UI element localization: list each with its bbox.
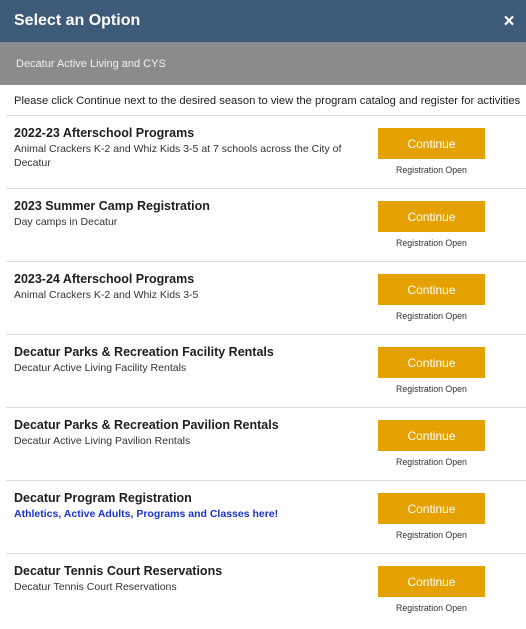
- continue-button[interactable]: Continue: [378, 493, 485, 524]
- option-description: Decatur Active Living Pavilion Rentals: [14, 435, 191, 447]
- option-name: Decatur Parks & Recreation Pavilion Rent…: [14, 418, 279, 432]
- option-row: Decatur Program Registration Athletics, …: [6, 480, 526, 553]
- continue-button[interactable]: Continue: [378, 347, 485, 378]
- option-list: 2022-23 Afterschool Programs Animal Crac…: [0, 115, 526, 626]
- option-name: 2023-24 Afterschool Programs: [14, 272, 195, 286]
- option-action: Continue Registration Open: [378, 128, 485, 175]
- option-text: 2023-24 Afterschool Programs Animal Crac…: [14, 272, 364, 302]
- registration-status: Registration Open: [396, 311, 467, 321]
- option-row: Decatur Parks & Recreation Pavilion Rent…: [6, 407, 526, 480]
- option-row: 2023-24 Afterschool Programs Animal Crac…: [6, 261, 526, 334]
- option-description: Animal Crackers K-2 and Whiz Kids 3-5 at…: [14, 143, 342, 170]
- option-row: Decatur Tennis Court Reservations Decatu…: [6, 553, 526, 626]
- registration-status: Registration Open: [396, 457, 467, 467]
- option-text: Decatur Tennis Court Reservations Decatu…: [14, 564, 364, 594]
- option-description-link[interactable]: Athletics, Active Adults, Programs and C…: [14, 507, 364, 521]
- registration-status: Registration Open: [396, 238, 467, 248]
- option-row: Decatur Parks & Recreation Facility Rent…: [6, 334, 526, 407]
- modal-title: Select an Option: [14, 12, 141, 29]
- option-row: 2023 Summer Camp Registration Day camps …: [6, 188, 526, 261]
- registration-status: Registration Open: [396, 530, 467, 540]
- option-description: Animal Crackers K-2 and Whiz Kids 3-5: [14, 289, 199, 301]
- option-name: 2023 Summer Camp Registration: [14, 199, 210, 213]
- option-name: 2022-23 Afterschool Programs: [14, 126, 195, 140]
- option-action: Continue Registration Open: [378, 420, 485, 467]
- option-name: Decatur Tennis Court Reservations: [14, 564, 223, 578]
- option-text: 2022-23 Afterschool Programs Animal Crac…: [14, 126, 364, 170]
- close-icon[interactable]: ×: [500, 12, 518, 31]
- option-action: Continue Registration Open: [378, 566, 485, 613]
- continue-button[interactable]: Continue: [378, 274, 485, 305]
- modal-header: Select an Option ×: [0, 0, 526, 42]
- option-name: Decatur Parks & Recreation Facility Rent…: [14, 345, 274, 359]
- option-row: 2022-23 Afterschool Programs Animal Crac…: [6, 115, 526, 188]
- option-text: Decatur Parks & Recreation Facility Rent…: [14, 345, 364, 375]
- option-action: Continue Registration Open: [378, 493, 485, 540]
- option-action: Continue Registration Open: [378, 347, 485, 394]
- option-text: Decatur Parks & Recreation Pavilion Rent…: [14, 418, 364, 448]
- registration-status: Registration Open: [396, 165, 467, 175]
- option-name: Decatur Program Registration: [14, 491, 192, 505]
- option-text: 2023 Summer Camp Registration Day camps …: [14, 199, 364, 229]
- option-action: Continue Registration Open: [378, 274, 485, 321]
- continue-button[interactable]: Continue: [378, 566, 485, 597]
- instructions-text: Please click Continue next to the desire…: [14, 95, 521, 107]
- continue-button[interactable]: Continue: [378, 420, 485, 451]
- continue-button[interactable]: Continue: [378, 128, 485, 159]
- option-action: Continue Registration Open: [378, 201, 485, 248]
- option-description: Day camps in Decatur: [14, 216, 118, 228]
- organization-name: Decatur Active Living and CYS: [16, 57, 166, 70]
- organization-banner: Decatur Active Living and CYS: [0, 42, 526, 85]
- select-option-modal: Select an Option × Decatur Active Living…: [0, 0, 526, 629]
- continue-button[interactable]: Continue: [378, 201, 485, 232]
- option-description: Decatur Tennis Court Reservations: [14, 581, 177, 593]
- registration-status: Registration Open: [396, 384, 467, 394]
- option-description: Decatur Active Living Facility Rentals: [14, 362, 187, 374]
- registration-status: Registration Open: [396, 603, 467, 613]
- option-text: Decatur Program Registration Athletics, …: [14, 491, 364, 521]
